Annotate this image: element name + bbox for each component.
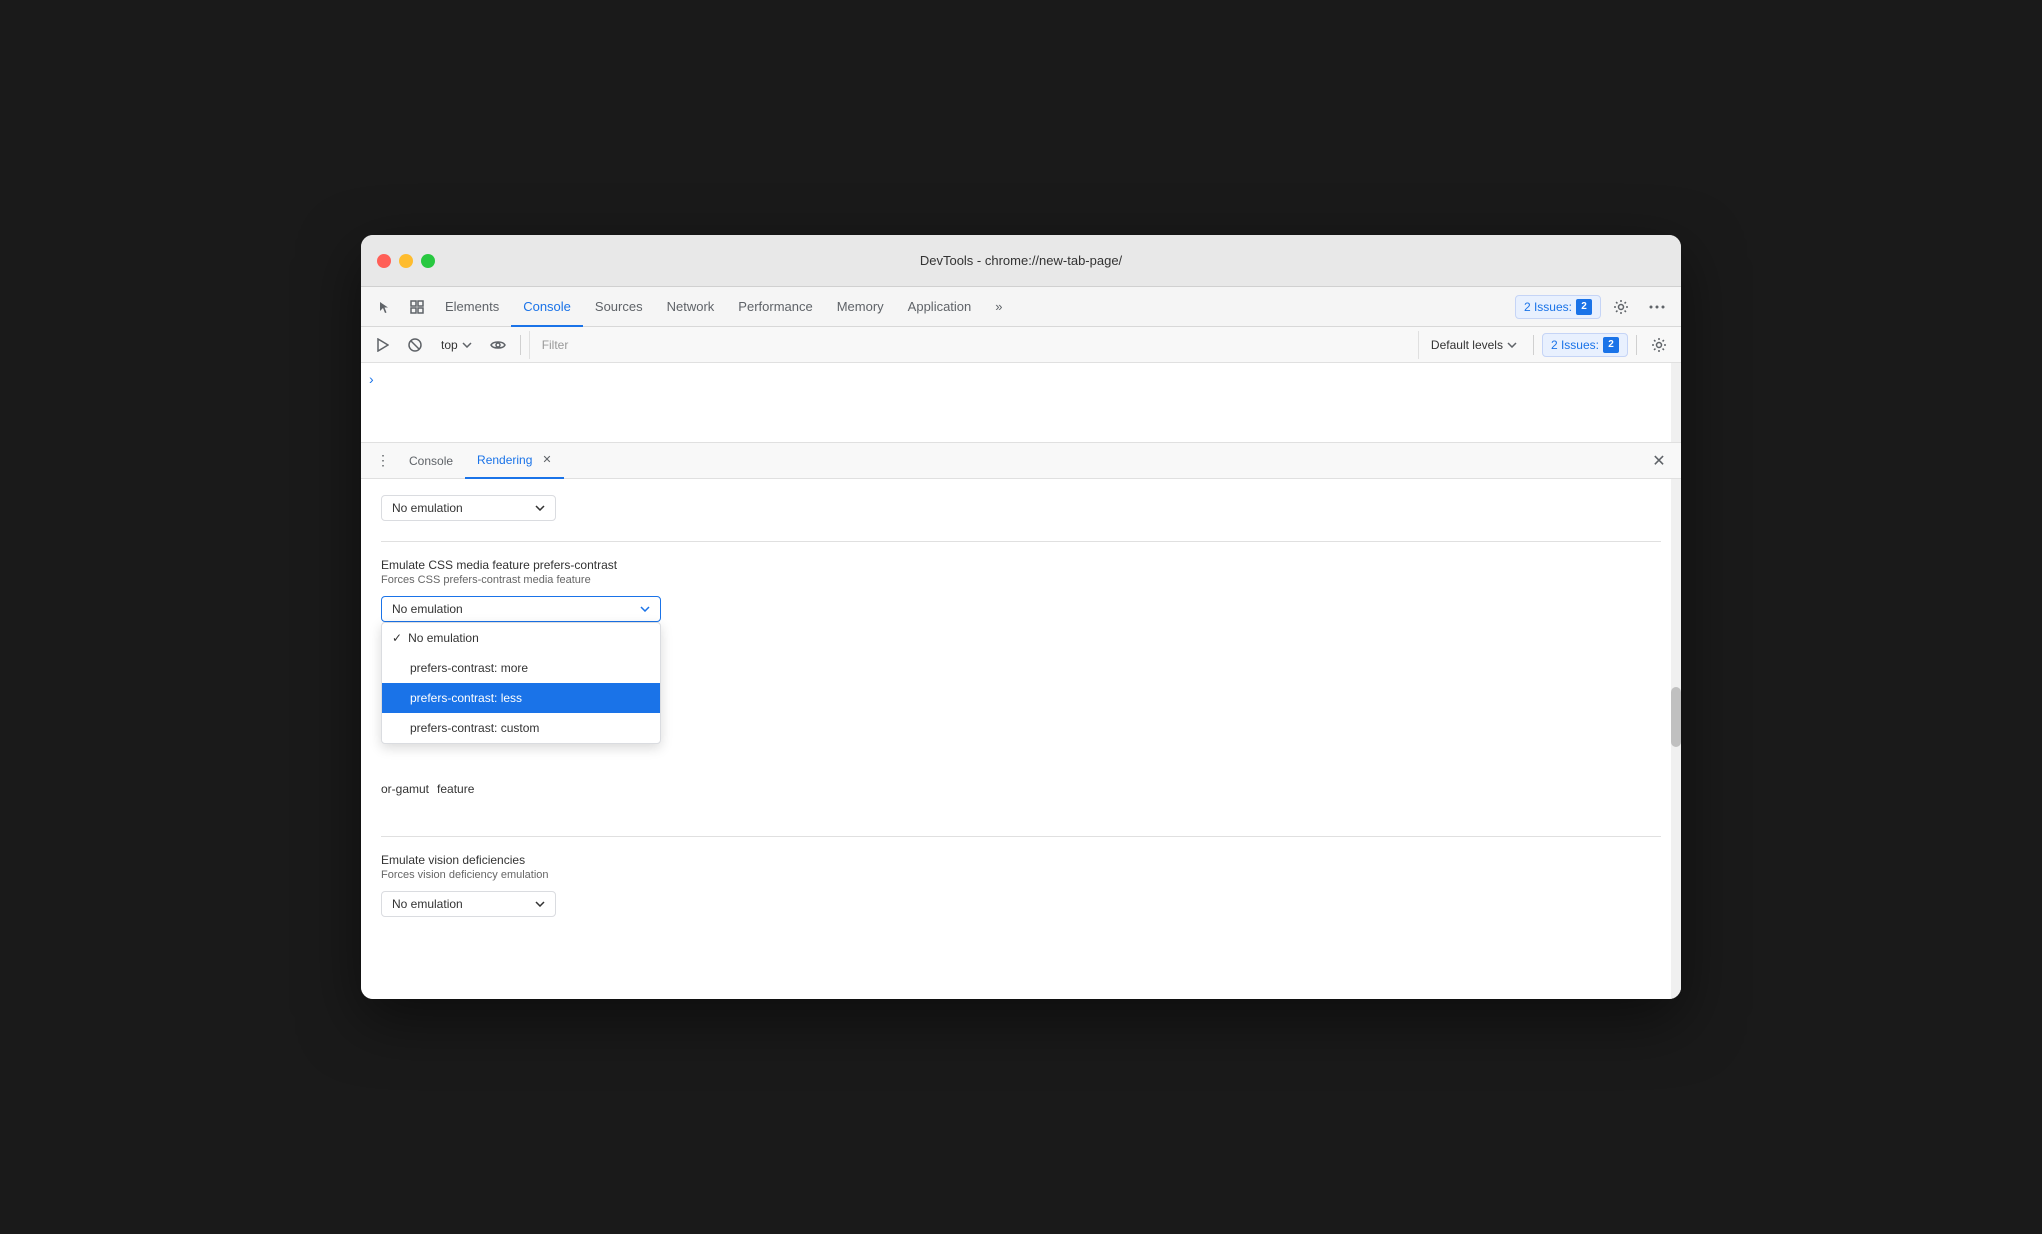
prefers-contrast-menu: No emulation prefers-contrast: more pref… <box>381 622 661 744</box>
color-gamut-section: or-gamut feature <box>381 782 1661 796</box>
console-prompt[interactable]: › <box>369 371 374 387</box>
rendering-content: No emulation Emulate CSS media feature p… <box>361 479 1681 999</box>
tab-memory[interactable]: Memory <box>825 287 896 327</box>
window-controls <box>377 254 435 268</box>
prefers-contrast-title: Emulate CSS media feature prefers-contra… <box>381 558 1661 572</box>
tab-performance[interactable]: Performance <box>726 287 824 327</box>
console-output: › <box>361 363 1681 443</box>
vision-deficiencies-section: Emulate vision deficiencies Forces visio… <box>381 853 1661 917</box>
run-icon[interactable] <box>369 331 397 359</box>
tab-elements[interactable]: Elements <box>433 287 511 327</box>
maximize-button[interactable] <box>421 254 435 268</box>
filter-wrapper <box>529 331 1419 359</box>
vision-desc: Forces vision deficiency emulation <box>381 869 1661 881</box>
default-levels-button[interactable]: Default levels <box>1423 335 1525 355</box>
bottom-tab-console[interactable]: Console <box>397 443 465 479</box>
dropdown-item-no-emulation[interactable]: No emulation <box>382 623 660 653</box>
tab-console[interactable]: Console <box>511 287 583 327</box>
minimize-button[interactable] <box>399 254 413 268</box>
panel-scrollbar[interactable] <box>1671 479 1681 999</box>
color-gamut-desc-partial: feature <box>437 782 474 796</box>
section-separator-1 <box>381 541 1661 542</box>
color-gamut-partial: or-gamut <box>381 782 429 796</box>
section-separator-2 <box>381 836 1661 837</box>
prefers-contrast-dropdown[interactable]: No emulation <box>381 596 661 622</box>
first-emulation-dropdown[interactable]: No emulation <box>381 495 556 521</box>
settings-icon[interactable] <box>1605 291 1637 323</box>
toolbar-divider-2 <box>1533 335 1534 355</box>
devtools-window: DevTools - chrome://new-tab-page/ Elemen… <box>361 235 1681 999</box>
dropdown-item-more[interactable]: prefers-contrast: more <box>382 653 660 683</box>
window-title: DevTools - chrome://new-tab-page/ <box>920 253 1122 268</box>
vision-title: Emulate vision deficiencies <box>381 853 1661 867</box>
dropdown-item-less[interactable]: prefers-contrast: less <box>382 683 660 713</box>
prefers-contrast-desc: Forces CSS prefers-contrast media featur… <box>381 574 1661 586</box>
color-gamut-label-partial: or-gamut <box>381 782 429 796</box>
prefers-contrast-section: Emulate CSS media feature prefers-contra… <box>381 558 1661 622</box>
toolbar-settings-icon[interactable] <box>1645 331 1673 359</box>
more-options-icon[interactable] <box>1641 291 1673 323</box>
close-rendering-icon[interactable]: ✕ <box>542 453 551 466</box>
bottom-tabs-bar: ⋮ Console Rendering ✕ ✕ <box>361 443 1681 479</box>
filter-input[interactable] <box>534 333 1414 357</box>
issues-badge[interactable]: 2 Issues: 2 <box>1515 295 1601 319</box>
console-scrollbar[interactable] <box>1671 363 1681 442</box>
issues-icon: 2 <box>1576 299 1592 315</box>
close-panel-button[interactable]: ✕ <box>1645 447 1673 475</box>
bottom-panel: ⋮ Console Rendering ✕ ✕ No emulation <box>361 443 1681 999</box>
inspect-icon[interactable] <box>401 291 433 323</box>
console-toolbar: top Default levels 2 Issues: 2 <box>361 327 1681 363</box>
vision-dropdown[interactable]: No emulation <box>381 891 556 917</box>
tab-network[interactable]: Network <box>655 287 727 327</box>
toolbar-issues-badge[interactable]: 2 Issues: 2 <box>1542 333 1628 357</box>
toolbar-divider-3 <box>1636 335 1637 355</box>
tab-more[interactable]: » <box>983 287 1014 327</box>
color-gamut-content: or-gamut feature <box>381 782 1661 796</box>
panel-menu-icon[interactable]: ⋮ <box>369 447 397 475</box>
dropdown-item-custom[interactable]: prefers-contrast: custom <box>382 713 660 743</box>
toolbar-divider <box>520 335 521 355</box>
close-button[interactable] <box>377 254 391 268</box>
title-bar: DevTools - chrome://new-tab-page/ <box>361 235 1681 287</box>
tab-sources[interactable]: Sources <box>583 287 655 327</box>
main-tabs-bar: Elements Console Sources Network Perform… <box>361 287 1681 327</box>
block-icon[interactable] <box>401 331 429 359</box>
toolbar-issues-icon: 2 <box>1603 337 1619 353</box>
cursor-icon[interactable] <box>369 291 401 323</box>
first-emulation-section: No emulation <box>381 495 1661 521</box>
eye-icon[interactable] <box>484 331 512 359</box>
tabs-right-actions: 2 Issues: 2 <box>1515 291 1673 323</box>
context-selector[interactable]: top <box>433 335 480 355</box>
bottom-tab-rendering[interactable]: Rendering ✕ <box>465 443 564 479</box>
tab-application[interactable]: Application <box>896 287 984 327</box>
scrollbar-thumb[interactable] <box>1671 687 1681 747</box>
